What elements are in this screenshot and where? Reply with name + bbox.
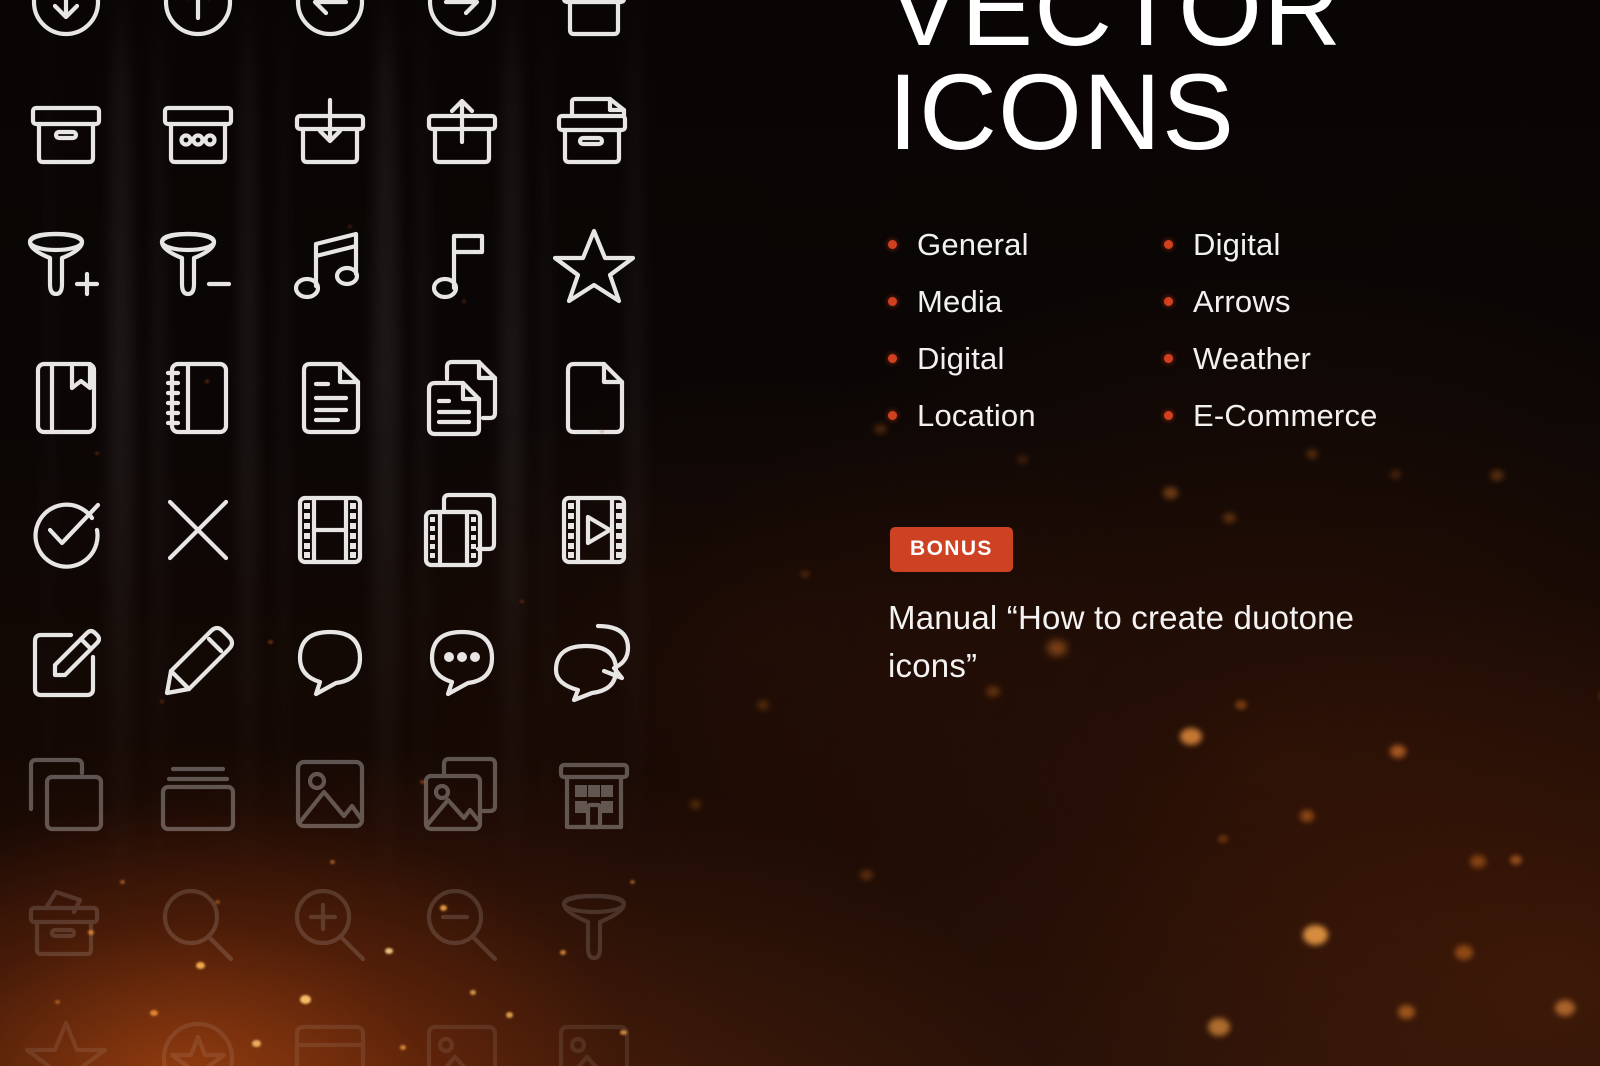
archive-open-icon: [0, 860, 132, 992]
notebook-icon: [132, 332, 264, 464]
icon-row: [0, 332, 680, 464]
icon-row: [0, 860, 680, 992]
edit-square-icon: [0, 596, 132, 728]
star-circle-icon: [132, 992, 264, 1066]
box-download-icon: [264, 68, 396, 200]
category-item: Weather: [1164, 330, 1440, 387]
copy-icon: [0, 728, 132, 860]
icon-row: [0, 464, 680, 596]
zoom-in-icon: [264, 860, 396, 992]
icon-row: [0, 992, 680, 1066]
category-item: Digital: [888, 330, 1164, 387]
folder-stack-icon: [132, 728, 264, 860]
chat-bubble-icon: [264, 596, 396, 728]
category-item: General: [888, 216, 1164, 273]
arrow-circle-down-icon: [0, 0, 132, 68]
star-icon: [528, 200, 660, 332]
poster-canvas: VECTOR ICONS General Media Digital Locat: [0, 0, 1600, 1066]
chat-dots-icon: [396, 596, 528, 728]
box-dots-icon: [132, 68, 264, 200]
funnel-plus-icon: [0, 200, 132, 332]
icon-row: [0, 68, 680, 200]
funnel-icon: [528, 860, 660, 992]
box-upload-icon: [396, 68, 528, 200]
icon-row: [0, 596, 680, 728]
image-icon: [264, 728, 396, 860]
arrow-circle-right-icon: [396, 0, 528, 68]
image-tag-icon: [528, 992, 660, 1066]
bullet-dot-icon: [888, 297, 897, 306]
category-label: Digital: [917, 340, 1005, 376]
icon-row: [0, 728, 680, 860]
arrow-circle-left-icon: [264, 0, 396, 68]
zoom-out-icon: [396, 860, 528, 992]
archive-box-icon: [528, 68, 660, 200]
bullet-dot-icon: [888, 240, 897, 249]
bullet-dot-icon: [1164, 297, 1173, 306]
box-open-icon: [528, 0, 660, 68]
music-note-icon: [396, 200, 528, 332]
close-x-icon: [132, 464, 264, 596]
pencil-icon: [132, 596, 264, 728]
star-outline-icon: [0, 992, 132, 1066]
music-notes-icon: [264, 200, 396, 332]
icon-grid: [0, 0, 680, 1066]
document-text-icon: [264, 332, 396, 464]
documents-copy-icon: [396, 332, 528, 464]
bullet-dot-icon: [1164, 240, 1173, 249]
bullet-dot-icon: [1164, 411, 1173, 420]
category-item: Arrows: [1164, 273, 1440, 330]
check-circle-icon: [0, 464, 132, 596]
category-label: Weather: [1193, 340, 1311, 376]
category-lists: General Media Digital Location Digital A…: [888, 216, 1440, 444]
image-window-icon: [264, 992, 396, 1066]
chat-double-icon: [528, 596, 660, 728]
images-icon: [396, 728, 528, 860]
image-frame-icon: [396, 992, 528, 1066]
building-icon: [528, 728, 660, 860]
category-label: E-Commerce: [1193, 397, 1378, 433]
funnel-minus-icon: [132, 200, 264, 332]
bonus-description: Manual “How to create duotone icons”: [888, 599, 1355, 684]
bullet-dot-icon: [888, 411, 897, 420]
category-label: Digital: [1193, 226, 1281, 262]
arrow-circle-up-icon: [132, 0, 264, 68]
bonus-badge: BONUS: [890, 527, 1013, 572]
category-label: Media: [917, 283, 1003, 319]
book-bookmark-icon: [0, 332, 132, 464]
category-label: Arrows: [1193, 283, 1291, 319]
category-column-left: General Media Digital Location: [888, 216, 1164, 444]
icon-row: [0, 200, 680, 332]
page-title: VECTOR ICONS: [888, 0, 1343, 172]
video-play-icon: [528, 464, 660, 596]
category-label: Location: [917, 397, 1036, 433]
category-item: Media: [888, 273, 1164, 330]
category-label: General: [917, 226, 1029, 262]
category-item: Digital: [1164, 216, 1440, 273]
info-panel: VECTOR ICONS General Media Digital Locat: [888, 0, 1588, 1066]
category-item: E-Commerce: [1164, 387, 1440, 444]
category-column-right: Digital Arrows Weather E-Commerce: [1164, 216, 1440, 444]
icon-row: [0, 0, 680, 68]
bullet-dot-icon: [888, 354, 897, 363]
box-icon: [0, 68, 132, 200]
category-item: Location: [888, 387, 1164, 444]
film-strip-icon: [264, 464, 396, 596]
film-strips-icon: [396, 464, 528, 596]
bullet-dot-icon: [1164, 354, 1173, 363]
document-blank-icon: [528, 332, 660, 464]
search-icon: [132, 860, 264, 992]
